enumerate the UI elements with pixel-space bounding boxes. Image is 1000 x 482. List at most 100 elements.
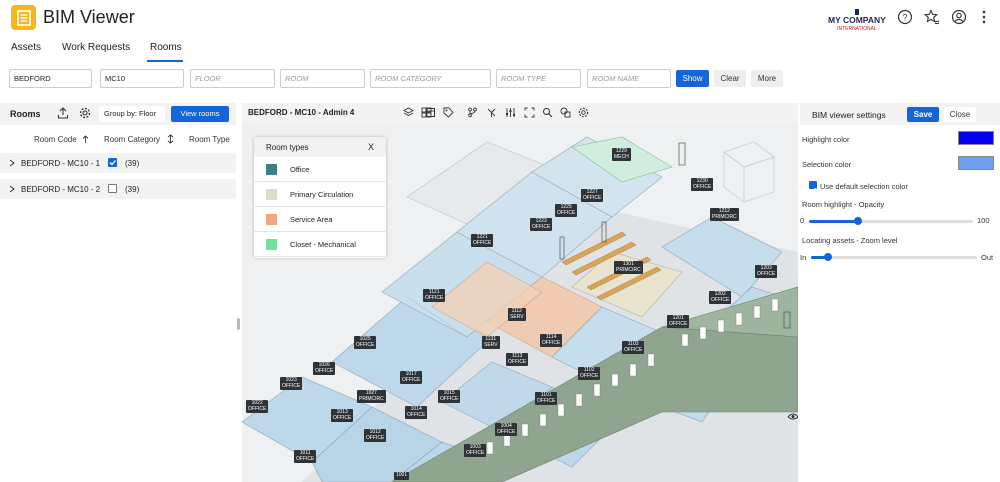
- more-vertical-icon[interactable]: [976, 9, 992, 25]
- room-tag-type: PRIMCIRC: [616, 266, 641, 273]
- room-tag-type: OFFICE: [542, 339, 561, 346]
- floor-row-2[interactable]: BEDFORD - MC10 - 2 (39): [0, 179, 236, 199]
- room-tag[interactable]: 1001: [394, 472, 410, 480]
- room-tag[interactable]: 1003 OFFICE: [464, 444, 487, 457]
- room-tag[interactable]: 1015 OFFICE: [438, 390, 461, 403]
- room-tag[interactable]: 1113 OFFICE: [506, 353, 529, 366]
- selection-color-picker[interactable]: [958, 156, 994, 170]
- room-tag[interactable]: 1221 OFFICE: [471, 234, 494, 247]
- room-tag[interactable]: 1023 OFFICE: [280, 377, 303, 390]
- room-tag[interactable]: 1201 OFFICE: [667, 315, 690, 328]
- room-tag[interactable]: 1121 OFFICE: [423, 289, 446, 302]
- legend-close-button[interactable]: X: [368, 142, 374, 152]
- account-icon[interactable]: [951, 9, 967, 25]
- room-tag[interactable]: 1102 OFFICE: [578, 367, 601, 380]
- zoom-max: Out: [981, 253, 994, 262]
- room-tag[interactable]: 1101 OFFICE: [535, 392, 558, 405]
- clear-button[interactable]: Clear: [714, 70, 746, 87]
- room-tag[interactable]: 1223 OFFICE: [530, 218, 553, 231]
- sort-asc-icon[interactable]: [82, 135, 89, 144]
- view-rooms-button[interactable]: View rooms: [171, 106, 229, 122]
- room-tag[interactable]: 1012 OFFICE: [364, 429, 387, 442]
- room-tag-type: PRIMCIRC: [359, 395, 384, 402]
- room-tag[interactable]: 1026 OFFICE: [313, 362, 336, 375]
- highlight-color-picker[interactable]: [958, 131, 994, 145]
- save-button[interactable]: Save: [907, 107, 939, 122]
- zoom-slider-handle[interactable]: [823, 253, 832, 261]
- room-tag-type: OFFICE: [580, 372, 599, 379]
- room-type-filter[interactable]: ROOM TYPE: [496, 69, 581, 88]
- room-tag[interactable]: 1022 OFFICE: [246, 400, 269, 413]
- room-name-filter[interactable]: ROOM NAME: [587, 69, 671, 88]
- room-tag-type: OFFICE: [248, 405, 267, 412]
- more-button[interactable]: More: [751, 70, 783, 87]
- room-tag[interactable]: 1014 OFFICE: [405, 406, 428, 419]
- room-tag-type: OFFICE: [407, 411, 426, 418]
- room-tag[interactable]: 1202 OFFICE: [709, 291, 732, 304]
- opacity-slider-handle[interactable]: [854, 217, 863, 225]
- shapes-icon[interactable]: [560, 107, 571, 118]
- grid-icon[interactable]: [421, 107, 432, 118]
- tab-rooms[interactable]: Rooms: [150, 42, 182, 53]
- floor-row-1[interactable]: BEDFORD - MC10 - 1 (39): [0, 153, 236, 173]
- opacity-max: 100: [977, 216, 990, 225]
- room-tag[interactable]: 1131 SERV: [482, 336, 500, 349]
- col-room-code[interactable]: Room Code: [34, 135, 77, 144]
- room-tag[interactable]: 1212 PRIMCIRC: [710, 208, 739, 221]
- help-icon[interactable]: ?: [897, 9, 913, 25]
- building-filter[interactable]: BEDFORD: [9, 69, 92, 88]
- opacity-slider-fill: [809, 220, 859, 223]
- close-button[interactable]: Close: [944, 107, 976, 122]
- search-icon[interactable]: [542, 107, 553, 118]
- show-button[interactable]: Show: [676, 70, 709, 87]
- room-tag[interactable]: 1230 OFFICE: [691, 178, 714, 191]
- room-tag[interactable]: 1011 OFFICE: [294, 450, 317, 463]
- room-tag[interactable]: 1017 OFFICE: [400, 371, 423, 384]
- room-tag[interactable]: 1225 OFFICE: [555, 204, 578, 217]
- settings-icon[interactable]: [578, 107, 589, 118]
- tab-assets[interactable]: Assets: [11, 42, 41, 53]
- group-by-button[interactable]: Group by: Floor: [99, 106, 165, 122]
- room-filter[interactable]: ROOM: [280, 69, 365, 88]
- use-default-checkbox[interactable]: [809, 181, 817, 193]
- favorites-icon[interactable]: [924, 9, 940, 25]
- col-room-category[interactable]: Room Category: [104, 135, 160, 144]
- legend-header: Room types X: [254, 137, 386, 157]
- zoom-slider[interactable]: [811, 256, 977, 259]
- pin-icon[interactable]: [486, 107, 497, 118]
- tab-work-requests[interactable]: Work Requests: [62, 42, 130, 53]
- gear-icon[interactable]: [79, 107, 91, 119]
- site-filter[interactable]: MC10: [100, 69, 184, 88]
- col-room-type[interactable]: Room Type: [189, 135, 230, 144]
- room-tag-type: OFFICE: [296, 455, 315, 462]
- room-tag[interactable]: 1013 OFFICE: [331, 409, 354, 422]
- panel-resize-handle[interactable]: [237, 318, 240, 330]
- room-tag[interactable]: 1227 OFFICE: [581, 189, 604, 202]
- floor-row-label: BEDFORD - MC10 - 1: [21, 159, 101, 168]
- room-tag[interactable]: 1114 OFFICE: [540, 334, 563, 347]
- export-icon[interactable]: [57, 107, 69, 119]
- room-tag[interactable]: 1027 PRIMCIRC: [357, 390, 386, 403]
- room-category-filter[interactable]: ROOM CATEGORY: [370, 69, 491, 88]
- branch-icon[interactable]: [467, 107, 478, 118]
- floor-row-checkbox[interactable]: [108, 184, 117, 193]
- room-tag[interactable]: 1229 MECH: [612, 148, 631, 161]
- room-tag[interactable]: 1004 OFFICE: [495, 423, 518, 436]
- room-tag[interactable]: 1203 OFFICE: [755, 265, 778, 278]
- room-tag[interactable]: 1112 SERV: [508, 308, 526, 321]
- room-tag[interactable]: 1103 OFFICE: [622, 341, 645, 354]
- room-tag[interactable]: 1301 PRIMCIRC: [614, 261, 643, 274]
- layers-icon[interactable]: [403, 107, 414, 118]
- legend-item: Closet - Mechanical: [254, 232, 386, 257]
- room-tag[interactable]: 1025 OFFICE: [354, 336, 377, 349]
- highlight-color-label: Highlight color: [802, 135, 850, 144]
- company-logo: MY COMPANY INTERNATIONAL: [828, 9, 886, 34]
- sliders-icon[interactable]: [505, 107, 516, 118]
- sort-both-icon[interactable]: [167, 134, 174, 144]
- chevron-right-icon[interactable]: [9, 159, 15, 167]
- tag-icon[interactable]: [443, 107, 454, 118]
- floor-filter[interactable]: FLOOR: [190, 69, 275, 88]
- fit-icon[interactable]: [524, 107, 535, 118]
- chevron-right-icon[interactable]: [9, 185, 15, 193]
- floor-row-checkbox[interactable]: [108, 158, 117, 167]
